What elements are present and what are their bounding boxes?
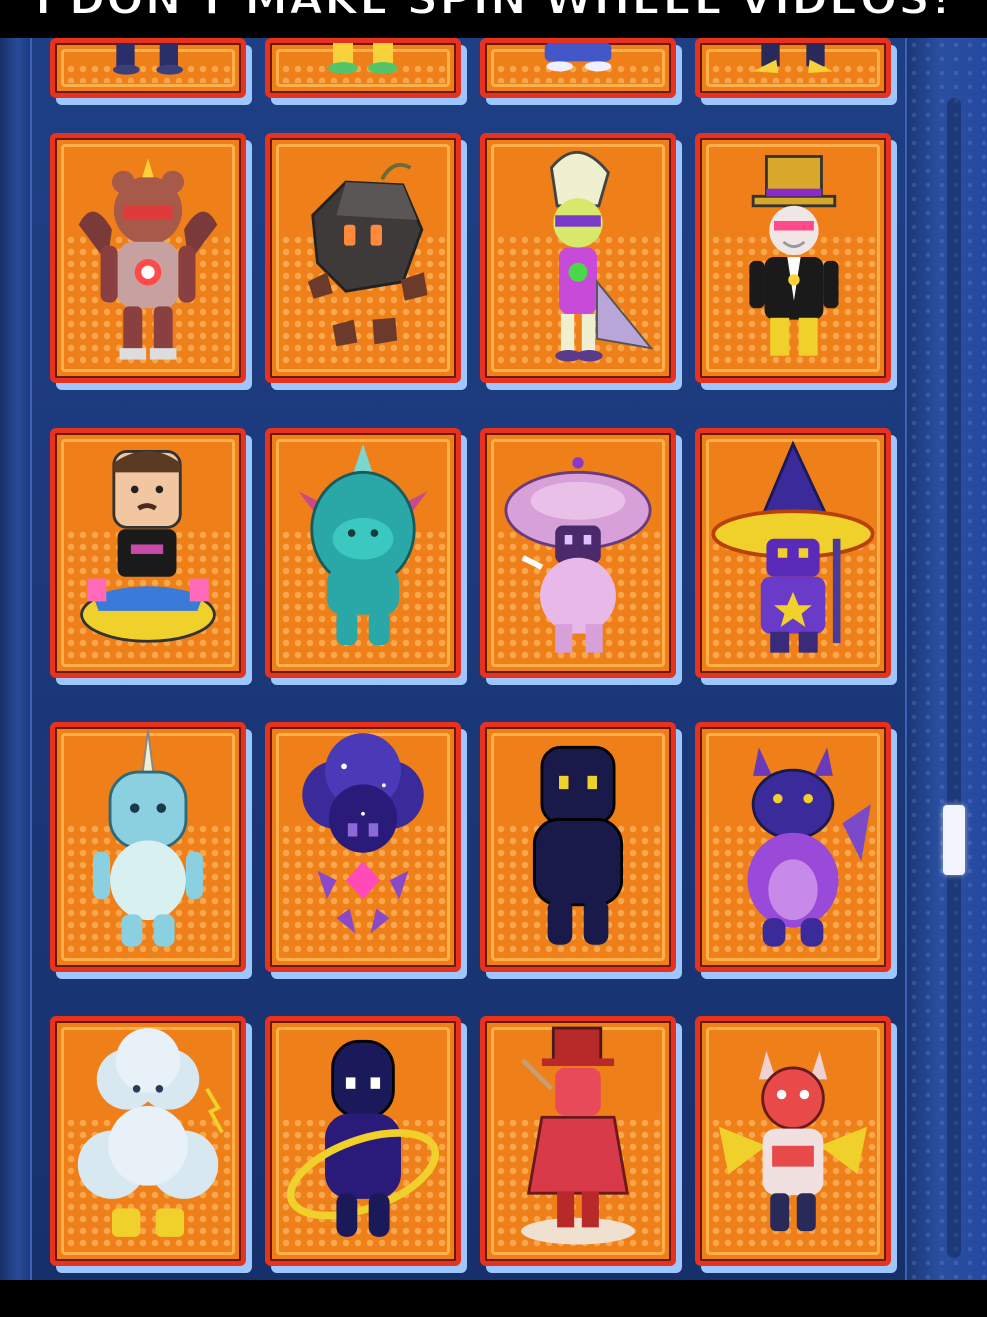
skin-card-cosmic-ring[interactable] [265,1016,461,1266]
skin-card-partial-3[interactable] [480,38,676,98]
skin-card-partial-1[interactable] [50,38,246,98]
right-side-panel [905,38,987,1280]
youtuber-icon [80,450,216,643]
video-caption-bar: I DON'T MAKE SPIN WHEEL VIDEOS! [0,0,987,38]
partial-skin-icon [113,43,183,75]
scrollbar-track[interactable] [943,98,965,1258]
narwhal-icon [92,730,204,947]
skin-card-storm-cloud[interactable] [50,1016,246,1266]
skin-card-partial-4[interactable] [695,38,891,98]
skin-card-purple-dragon[interactable] [695,722,891,972]
skin-card-fire-demon[interactable] [695,1016,891,1266]
video-caption: I DON'T MAKE SPIN WHEEL VIDEOS! [0,0,987,26]
teal-dragon-icon [298,443,428,646]
samurai-icon [521,1026,635,1245]
skin-card-jester[interactable] [480,133,676,383]
wizard-hat-icon [711,440,875,653]
skin-collection-screen [0,38,987,1280]
skin-card-galaxy-tree[interactable] [265,722,461,972]
rock-golem-icon [307,163,428,347]
purple-dragon-icon [747,747,871,947]
partial-skin-icon [328,43,398,74]
skin-card-shadow[interactable] [480,722,676,972]
bottom-letterbox [0,1280,987,1317]
skin-card-partial-2[interactable] [265,38,461,98]
skin-card-mushroom[interactable] [480,428,676,678]
left-panel-edge [0,38,32,1280]
partial-skin-icon [544,43,612,72]
top-hat-icon [749,155,839,356]
fire-demon-icon [718,1050,868,1232]
jester-icon [549,150,654,362]
skin-card-teal-dragon[interactable] [265,428,461,678]
skin-card-wizard[interactable] [695,428,891,678]
galaxy-tree-icon [302,733,424,934]
skin-card-youtuber[interactable] [50,428,246,678]
skin-card-red-samurai[interactable] [480,1016,676,1266]
robot-bear-icon [78,158,218,360]
cosmic-ring-icon [286,1039,440,1237]
skin-grid [50,38,910,1280]
mushroom-icon [504,457,652,653]
shadow-icon [532,745,624,945]
skin-card-rock-golem[interactable] [265,133,461,383]
skin-card-narwhal[interactable] [50,722,246,972]
partial-skin-icon [753,43,833,73]
skin-card-robot-bear[interactable] [50,133,246,383]
cloud-icon [77,1028,224,1237]
scrollbar-thumb[interactable] [943,805,965,875]
skin-card-top-hat[interactable] [695,133,891,383]
